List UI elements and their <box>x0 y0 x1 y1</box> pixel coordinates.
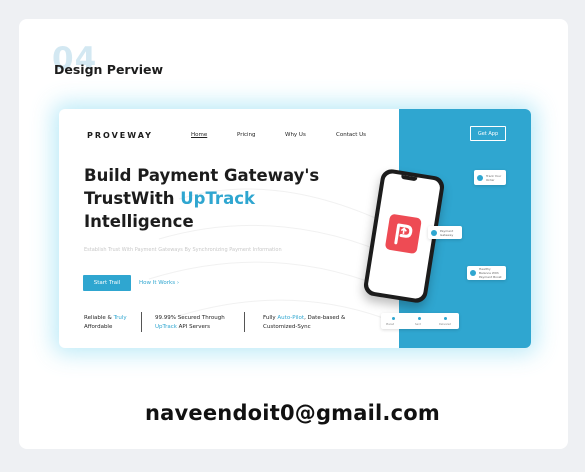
hero-subtext: Establish Trust With Payment Gateways By… <box>84 247 282 253</box>
brand-logo[interactable]: PROVEWAY <box>87 131 153 140</box>
feature-affordable: Reliable & Truly Affordable <box>84 315 127 330</box>
hero-headline: Build Payment Gateway's TrustWith UpTrac… <box>84 164 319 233</box>
nav-why-us[interactable]: Why Us <box>285 132 306 138</box>
nav-home[interactable]: Home <box>191 132 207 138</box>
headline-line-2: TrustWith UpTrack <box>84 189 255 208</box>
card-icon <box>431 229 437 236</box>
start-trial-button[interactable]: Start Trail <box>83 275 131 291</box>
app-logo-icon <box>384 213 422 255</box>
nav-pricing[interactable]: Pricing <box>237 132 256 138</box>
payment-gateway-bubble: Payment Gateway <box>428 226 462 239</box>
feature-secured: 99.99% Secured Through UpTrack API Serve… <box>155 315 225 330</box>
nav-contact-us[interactable]: Contact Us <box>336 132 366 138</box>
feature-autopilot: Fully Auto-Pilot, Date-based & Customize… <box>263 315 346 330</box>
headline-line-3: Intelligence <box>84 212 194 231</box>
contact-email[interactable]: naveendoit0@gmail.com <box>0 401 585 425</box>
track-order-bubble: Track Your Order <box>474 170 506 185</box>
get-app-button[interactable]: Get App <box>470 126 506 141</box>
headline-accent: UpTrack <box>180 189 255 208</box>
section-title: Design Perview <box>54 62 164 77</box>
chevron-right-icon: › <box>176 280 180 286</box>
clock-icon <box>477 174 483 181</box>
how-it-works-link[interactable]: How It Works › <box>139 280 179 286</box>
wallet-icon <box>470 270 476 276</box>
feature-divider <box>244 312 245 332</box>
balance-bubble: Healthy Balance With Payment Boost <box>467 266 506 280</box>
headline-line-1: Build Payment Gateway's <box>84 166 320 185</box>
feature-divider <box>141 312 142 332</box>
order-status-strip: Placed Sent Delivered <box>381 313 459 329</box>
